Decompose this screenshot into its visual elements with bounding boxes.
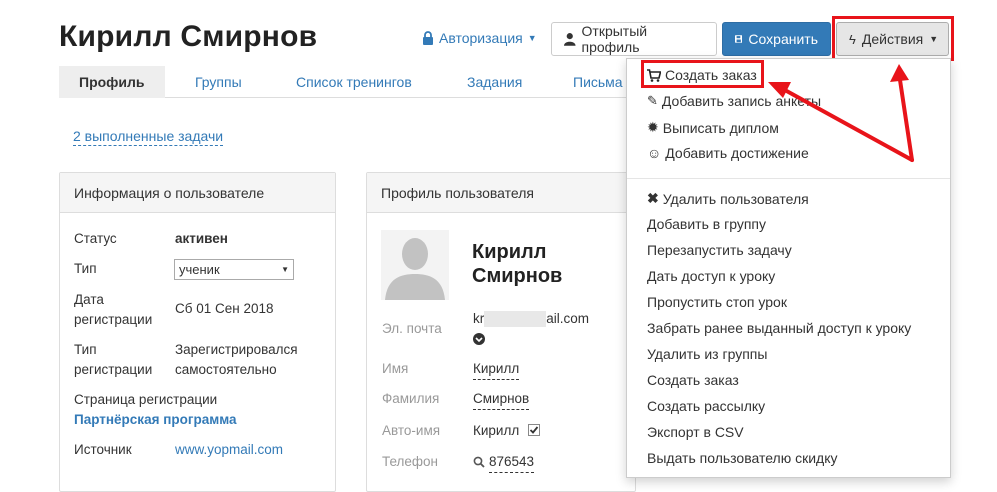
autoname-checkbox[interactable] xyxy=(528,424,540,436)
tab-profile[interactable]: Профиль xyxy=(59,66,165,98)
annotation-highlight-create-order xyxy=(641,60,764,88)
profile-tabs: Профиль Группы Список тренингов Задания … xyxy=(59,66,639,98)
auth-label: Авторизация xyxy=(439,30,523,46)
menu-item-label: Добавить достижение xyxy=(665,145,809,161)
tab-groups[interactable]: Группы xyxy=(195,66,242,98)
auth-dropdown[interactable]: Авторизация ▼ xyxy=(422,30,537,46)
profile-first-name: Кирилл xyxy=(472,241,547,263)
user-icon xyxy=(564,33,576,46)
close-icon: ✖ xyxy=(647,190,659,206)
last-name-label: Фамилия xyxy=(382,391,440,406)
certificate-icon: ✹ xyxy=(647,119,659,135)
type-label: Тип xyxy=(74,261,97,276)
menu-item-label: Добавить запись анкеты xyxy=(661,93,822,109)
menu-item-create-mailing[interactable]: Создать рассылку xyxy=(647,398,765,414)
menu-item-revoke-lesson-access[interactable]: Забрать ранее выданный доступ к уроку xyxy=(647,320,911,336)
user-profile-title: Профиль пользователя xyxy=(367,173,635,213)
menu-divider xyxy=(627,178,950,179)
annotation-highlight-actions xyxy=(832,16,954,61)
smile-icon: ☺ xyxy=(647,145,662,161)
email-expand-icon[interactable] xyxy=(473,332,485,350)
caret-down-icon: ▼ xyxy=(527,33,537,43)
menu-item-skip-stop-lesson[interactable]: Пропустить стоп урок xyxy=(647,294,787,310)
tab-letters[interactable]: Письма xyxy=(573,66,623,98)
autoname-value: Кирилл xyxy=(473,423,520,438)
first-name-value[interactable]: Кирилл xyxy=(473,359,520,380)
last-name-value[interactable]: Смирнов xyxy=(473,389,530,410)
phone-value[interactable]: 876543 xyxy=(489,452,535,473)
caret-down-icon: ▼ xyxy=(281,265,289,274)
status-label: Статус xyxy=(74,231,117,246)
menu-item-remove-from-group[interactable]: Удалить из группы xyxy=(647,346,767,362)
lock-icon xyxy=(423,31,433,45)
email-prefix: kr xyxy=(473,311,485,326)
floppy-icon xyxy=(735,35,743,43)
autoname-label: Авто-имя xyxy=(382,423,441,438)
tab-trainings[interactable]: Список тренингов xyxy=(296,66,412,98)
pencil-icon: ✎ xyxy=(647,93,658,108)
source-link[interactable]: www.yopmail.com xyxy=(175,440,283,460)
reg-type-value-2: самостоятельно xyxy=(175,362,277,377)
menu-item-grant-lesson-access[interactable]: Дать доступ к уроку xyxy=(647,268,775,284)
profile-last-name: Смирнов xyxy=(472,265,563,287)
save-button[interactable]: Сохранить xyxy=(722,22,831,56)
email-value[interactable]: kr ail.com xyxy=(473,309,589,329)
email-label: Эл. почта xyxy=(382,321,442,336)
menu-item-label: Удалить пользователя xyxy=(662,190,809,207)
reg-page-link[interactable]: Партнёрская программа xyxy=(74,410,237,430)
avatar-placeholder-icon xyxy=(381,230,449,300)
reg-type-label-1: Тип xyxy=(74,342,97,357)
first-name-label: Имя xyxy=(382,361,409,376)
check-icon xyxy=(529,426,539,434)
phone-label: Телефон xyxy=(382,454,439,469)
type-select-value: ученик xyxy=(179,262,220,277)
search-icon[interactable] xyxy=(473,455,485,473)
reg-page-label: Страница регистрации xyxy=(74,392,218,407)
email-redacted xyxy=(484,311,547,327)
menu-item-restart-task[interactable]: Перезапустить задачу xyxy=(647,242,792,258)
menu-item-issue-diploma[interactable]: ✹ Выписать диплом xyxy=(647,119,779,136)
menu-item-add-to-group[interactable]: Добавить в группу xyxy=(647,216,766,232)
completed-tasks-link[interactable]: 2 выполненные задачи xyxy=(73,128,224,146)
open-profile-label: Открытый профиль xyxy=(581,23,648,55)
menu-item-give-discount[interactable]: Выдать пользователю скидку xyxy=(647,450,838,466)
email-suffix: ail.com xyxy=(546,311,590,326)
menu-item-label: Выписать диплом xyxy=(662,119,779,136)
save-label: Сохранить xyxy=(748,31,818,47)
reg-date-label-1: Дата xyxy=(74,292,104,307)
actions-menu: Создать заказ ✎ Добавить запись анкеты ✹… xyxy=(626,58,951,478)
reg-type-value-1: Зарегистрировался xyxy=(175,342,298,357)
menu-item-add-achievement[interactable]: ☺ Добавить достижение xyxy=(647,145,809,161)
reg-type-label-2: регистрации xyxy=(74,362,153,377)
page-title: Кирилл Смирнов xyxy=(59,20,318,53)
menu-item-export-csv[interactable]: Экспорт в CSV xyxy=(647,424,744,440)
open-profile-button[interactable]: Открытый профиль xyxy=(551,22,717,56)
menu-item-add-form-record[interactable]: ✎ Добавить запись анкеты xyxy=(647,93,821,109)
type-select[interactable]: ученик ▼ xyxy=(174,259,294,280)
reg-date-label-2: регистрации xyxy=(74,312,153,327)
user-info-title: Информация о пользователе xyxy=(60,173,335,213)
menu-item-create-order-2[interactable]: Создать заказ xyxy=(647,372,739,388)
status-value: активен xyxy=(175,231,228,246)
reg-date-value: Сб 01 Сен 2018 xyxy=(175,301,274,316)
menu-item-delete-user[interactable]: ✖ Удалить пользователя xyxy=(647,190,809,207)
avatar xyxy=(381,230,449,300)
tab-tasks[interactable]: Задания xyxy=(467,66,522,98)
source-label: Источник xyxy=(74,442,132,457)
